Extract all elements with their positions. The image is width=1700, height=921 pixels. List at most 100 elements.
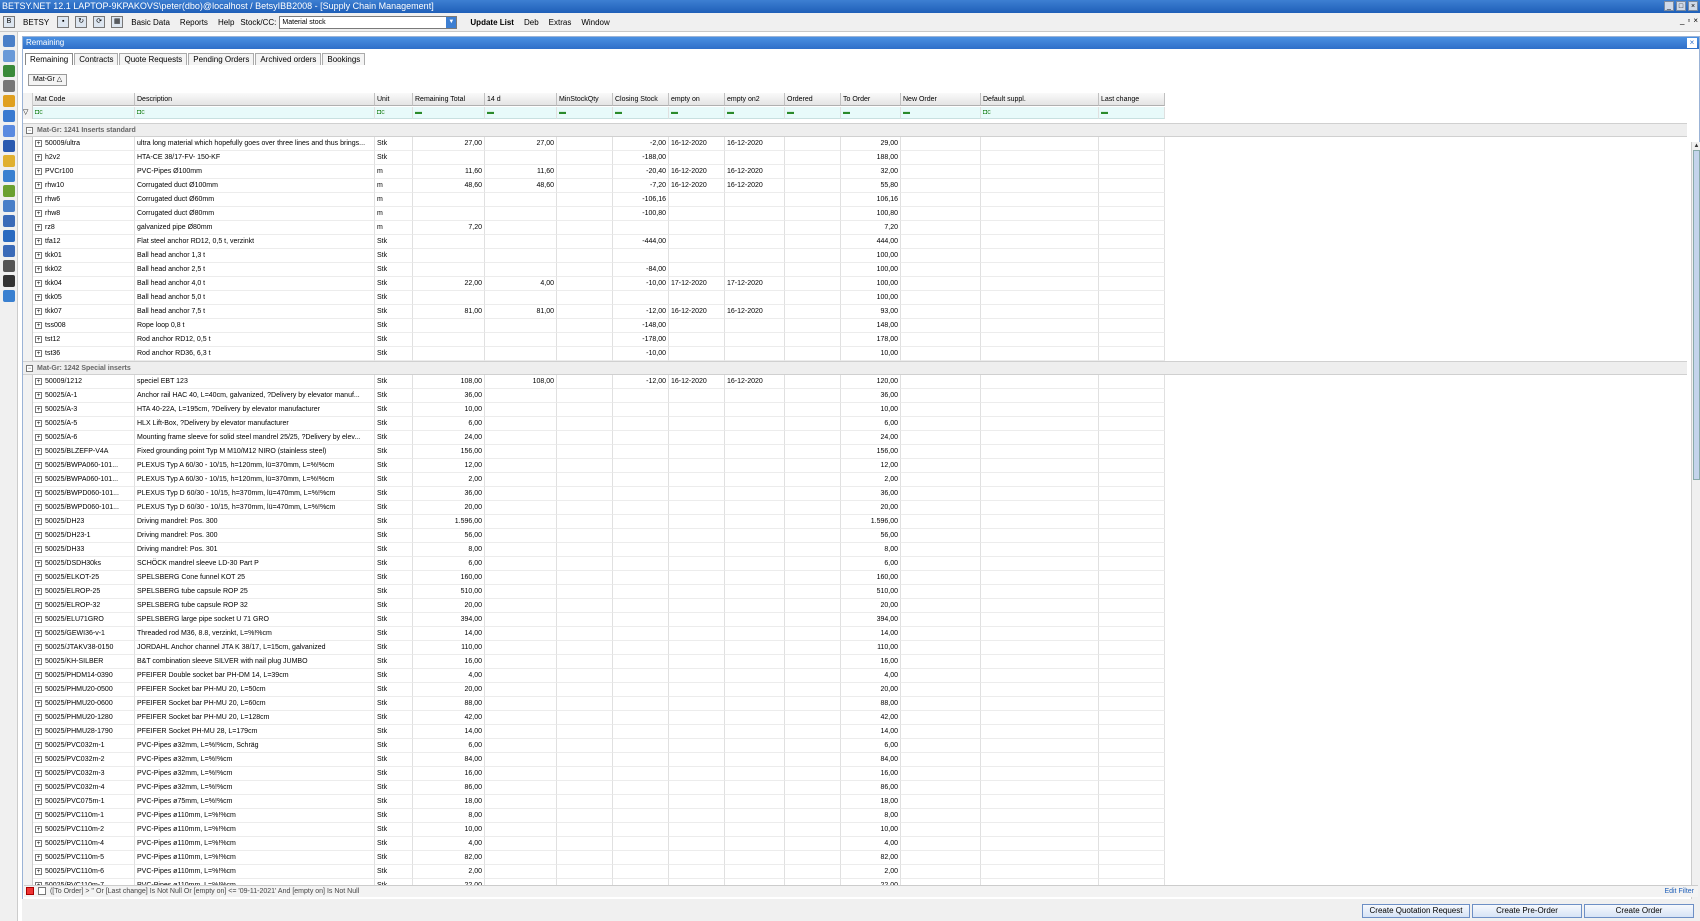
filter-cell[interactable]: ▬ xyxy=(613,107,669,119)
table-row[interactable]: +50025/PVC110m-4 PVC-Pipes ø110mm, L=%!%c… xyxy=(23,837,1687,851)
column-header[interactable]: New Order xyxy=(901,93,981,106)
table-cell[interactable]: + tkk02 xyxy=(33,263,135,277)
table-row[interactable]: +50025/PVC110m-2 PVC-Pipes ø110mm, L=%!%c… xyxy=(23,823,1687,837)
expand-icon[interactable]: + xyxy=(35,685,42,693)
create-quotation-request-button[interactable]: Create Quotation Request xyxy=(1362,904,1470,918)
table-cell[interactable]: +50025/PVC032m-1 xyxy=(33,739,135,753)
refresh-icon[interactable]: ↻ xyxy=(75,16,88,28)
row-selector[interactable] xyxy=(23,571,33,585)
expand-icon[interactable]: + xyxy=(35,447,42,455)
row-selector[interactable] xyxy=(23,249,33,263)
filter-cell[interactable]: ▬ xyxy=(785,107,841,119)
table-cell[interactable]: +50025/PHMU20-0600 xyxy=(33,697,135,711)
column-header[interactable]: MinStockQty xyxy=(557,93,613,106)
row-selector[interactable] xyxy=(23,641,33,655)
tab-quote-requests[interactable]: Quote Requests xyxy=(119,53,188,65)
calendar-icon[interactable]: ▦ xyxy=(111,16,124,28)
expand-icon[interactable]: + xyxy=(35,643,42,651)
table-row[interactable]: +50025/PVC032m-1 PVC-Pipes ø32mm, L=%!%cm… xyxy=(23,739,1687,753)
table-cell[interactable]: +50009/ultra xyxy=(33,137,135,151)
row-selector[interactable] xyxy=(23,739,33,753)
expand-icon[interactable]: + xyxy=(35,839,42,847)
table-cell[interactable]: +50025/KH-SILBER xyxy=(33,655,135,669)
table-cell[interactable]: +50025/PVC110m-4 xyxy=(33,837,135,851)
expand-icon[interactable]: + xyxy=(35,853,42,861)
people-icon[interactable] xyxy=(3,230,15,242)
row-selector[interactable] xyxy=(23,137,33,151)
filter-cell[interactable]: ▬ xyxy=(557,107,613,119)
monitor-icon[interactable] xyxy=(3,200,15,212)
table-cell[interactable]: +50025/DH23-1 xyxy=(33,529,135,543)
menu-extras[interactable]: Extras xyxy=(544,18,577,27)
table-row[interactable]: +50025/BWPA060-101... PLEXUS Typ A 60/30 … xyxy=(23,473,1687,487)
table-cell[interactable]: + h2v2 xyxy=(33,151,135,165)
row-selector[interactable] xyxy=(23,781,33,795)
table-cell[interactable]: + tkk05 xyxy=(33,291,135,305)
table-row[interactable]: +50025/ELROP-25 SPELSBERG tube capsule RO… xyxy=(23,585,1687,599)
table-cell[interactable]: +50025/GEWI36-v-1 xyxy=(33,627,135,641)
filter-cell[interactable]: ▬ xyxy=(841,107,901,119)
row-selector[interactable] xyxy=(23,179,33,193)
expand-icon[interactable]: + xyxy=(35,587,42,595)
menu-help[interactable]: Help xyxy=(213,18,239,27)
filter-enabled-checkbox[interactable] xyxy=(38,887,46,896)
expand-icon[interactable]: + xyxy=(35,531,42,539)
column-header[interactable]: Description xyxy=(135,93,375,106)
filter-cell[interactable]: ▬ xyxy=(901,107,981,119)
table-row[interactable]: +50009/1212 speciel EBT 123 Stk 108,00 108,0… xyxy=(23,375,1687,389)
expand-icon[interactable]: + xyxy=(35,797,42,805)
globe-icon[interactable] xyxy=(3,185,15,197)
column-header[interactable]: Default suppl. xyxy=(981,93,1099,106)
group-header[interactable]: − Mat-Gr: 1241 Inserts standard xyxy=(23,123,1687,137)
vertical-scrollbar[interactable]: ▲ ▼ xyxy=(1691,142,1700,918)
menu-reports[interactable]: Reports xyxy=(175,18,213,27)
table-row[interactable]: + tss008 Rope loop 0,8 t Stk -148,00 148,00 xyxy=(23,319,1687,333)
table-cell[interactable]: +50025/PVC110m-5 xyxy=(33,851,135,865)
row-selector[interactable] xyxy=(23,585,33,599)
table-row[interactable]: +50025/ELROP-32 SPELSBERG tube capsule RO… xyxy=(23,599,1687,613)
table-row[interactable]: +50025/PVC110m-6 PVC-Pipes ø110mm, L=%!%c… xyxy=(23,865,1687,879)
mdi-restore-icon[interactable]: ▫ xyxy=(1687,16,1690,25)
row-selector[interactable] xyxy=(23,711,33,725)
parking-icon[interactable] xyxy=(3,125,15,137)
table-row[interactable]: +50025/DH23-1 Driving mandrel: Pos. 300 St… xyxy=(23,529,1687,543)
table-row[interactable]: + tkk02 Ball head anchor 2,5 t Stk -84,00 100… xyxy=(23,263,1687,277)
tab-remaining[interactable]: Remaining xyxy=(25,53,74,65)
table-row[interactable]: + tkk05 Ball head anchor 5,0 t Stk 100,00 xyxy=(23,291,1687,305)
expand-icon[interactable]: + xyxy=(35,223,42,231)
expand-icon[interactable]: + xyxy=(35,601,42,609)
expand-icon[interactable]: + xyxy=(35,783,42,791)
expand-icon[interactable]: + xyxy=(35,475,42,483)
filter-cell[interactable]: ▬ xyxy=(1099,107,1165,119)
table-cell[interactable]: + PVCr100 xyxy=(33,165,135,179)
table-cell[interactable]: +50025/PVC110m-1 xyxy=(33,809,135,823)
scrollbar-thumb[interactable] xyxy=(1693,150,1700,480)
row-selector[interactable] xyxy=(23,501,33,515)
gear-icon[interactable] xyxy=(3,245,15,257)
tab-bookings[interactable]: Bookings xyxy=(322,53,366,65)
table-cell[interactable]: +50025/BWPA060-101... xyxy=(33,473,135,487)
column-header[interactable]: Mat Code xyxy=(33,93,135,106)
table-row[interactable]: +50025/A-3 HTA 40-22A, L=195cm, ?Delivery… xyxy=(23,403,1687,417)
row-selector[interactable] xyxy=(23,837,33,851)
expand-icon[interactable]: + xyxy=(35,517,42,525)
column-header[interactable]: Ordered xyxy=(785,93,841,106)
table-row[interactable]: +50025/BWPD060-101... PLEXUS Typ D 60/30 … xyxy=(23,501,1687,515)
column-header[interactable]: Remaining Total xyxy=(413,93,485,106)
expand-icon[interactable]: + xyxy=(35,811,42,819)
table-row[interactable]: + h2v2 HTA-CE 38/17-FV- 150-KF Stk -188,00 18… xyxy=(23,151,1687,165)
table-row[interactable]: +50025/ELU71GRO SPELSBERG large pipe sock… xyxy=(23,613,1687,627)
table-row[interactable]: +50025/PVC032m-4 PVC-Pipes ø32mm, L=%!%cm… xyxy=(23,781,1687,795)
table-cell[interactable]: +50025/PVC032m-2 xyxy=(33,753,135,767)
filter-cell[interactable]: ◘c xyxy=(135,107,375,119)
expand-icon[interactable]: + xyxy=(35,279,42,287)
expand-icon[interactable]: + xyxy=(35,741,42,749)
expand-icon[interactable]: + xyxy=(35,405,42,413)
table-cell[interactable]: +50025/A-1 xyxy=(33,389,135,403)
expand-icon[interactable]: + xyxy=(35,153,42,161)
table-cell[interactable]: +50025/BWPA060-101... xyxy=(33,459,135,473)
table-row[interactable]: +50025/BLZEFP-V4A Fixed grounding point T… xyxy=(23,445,1687,459)
table-cell[interactable]: + rhw8 xyxy=(33,207,135,221)
table-cell[interactable]: +50025/ELROP-25 xyxy=(33,585,135,599)
row-selector[interactable] xyxy=(23,627,33,641)
